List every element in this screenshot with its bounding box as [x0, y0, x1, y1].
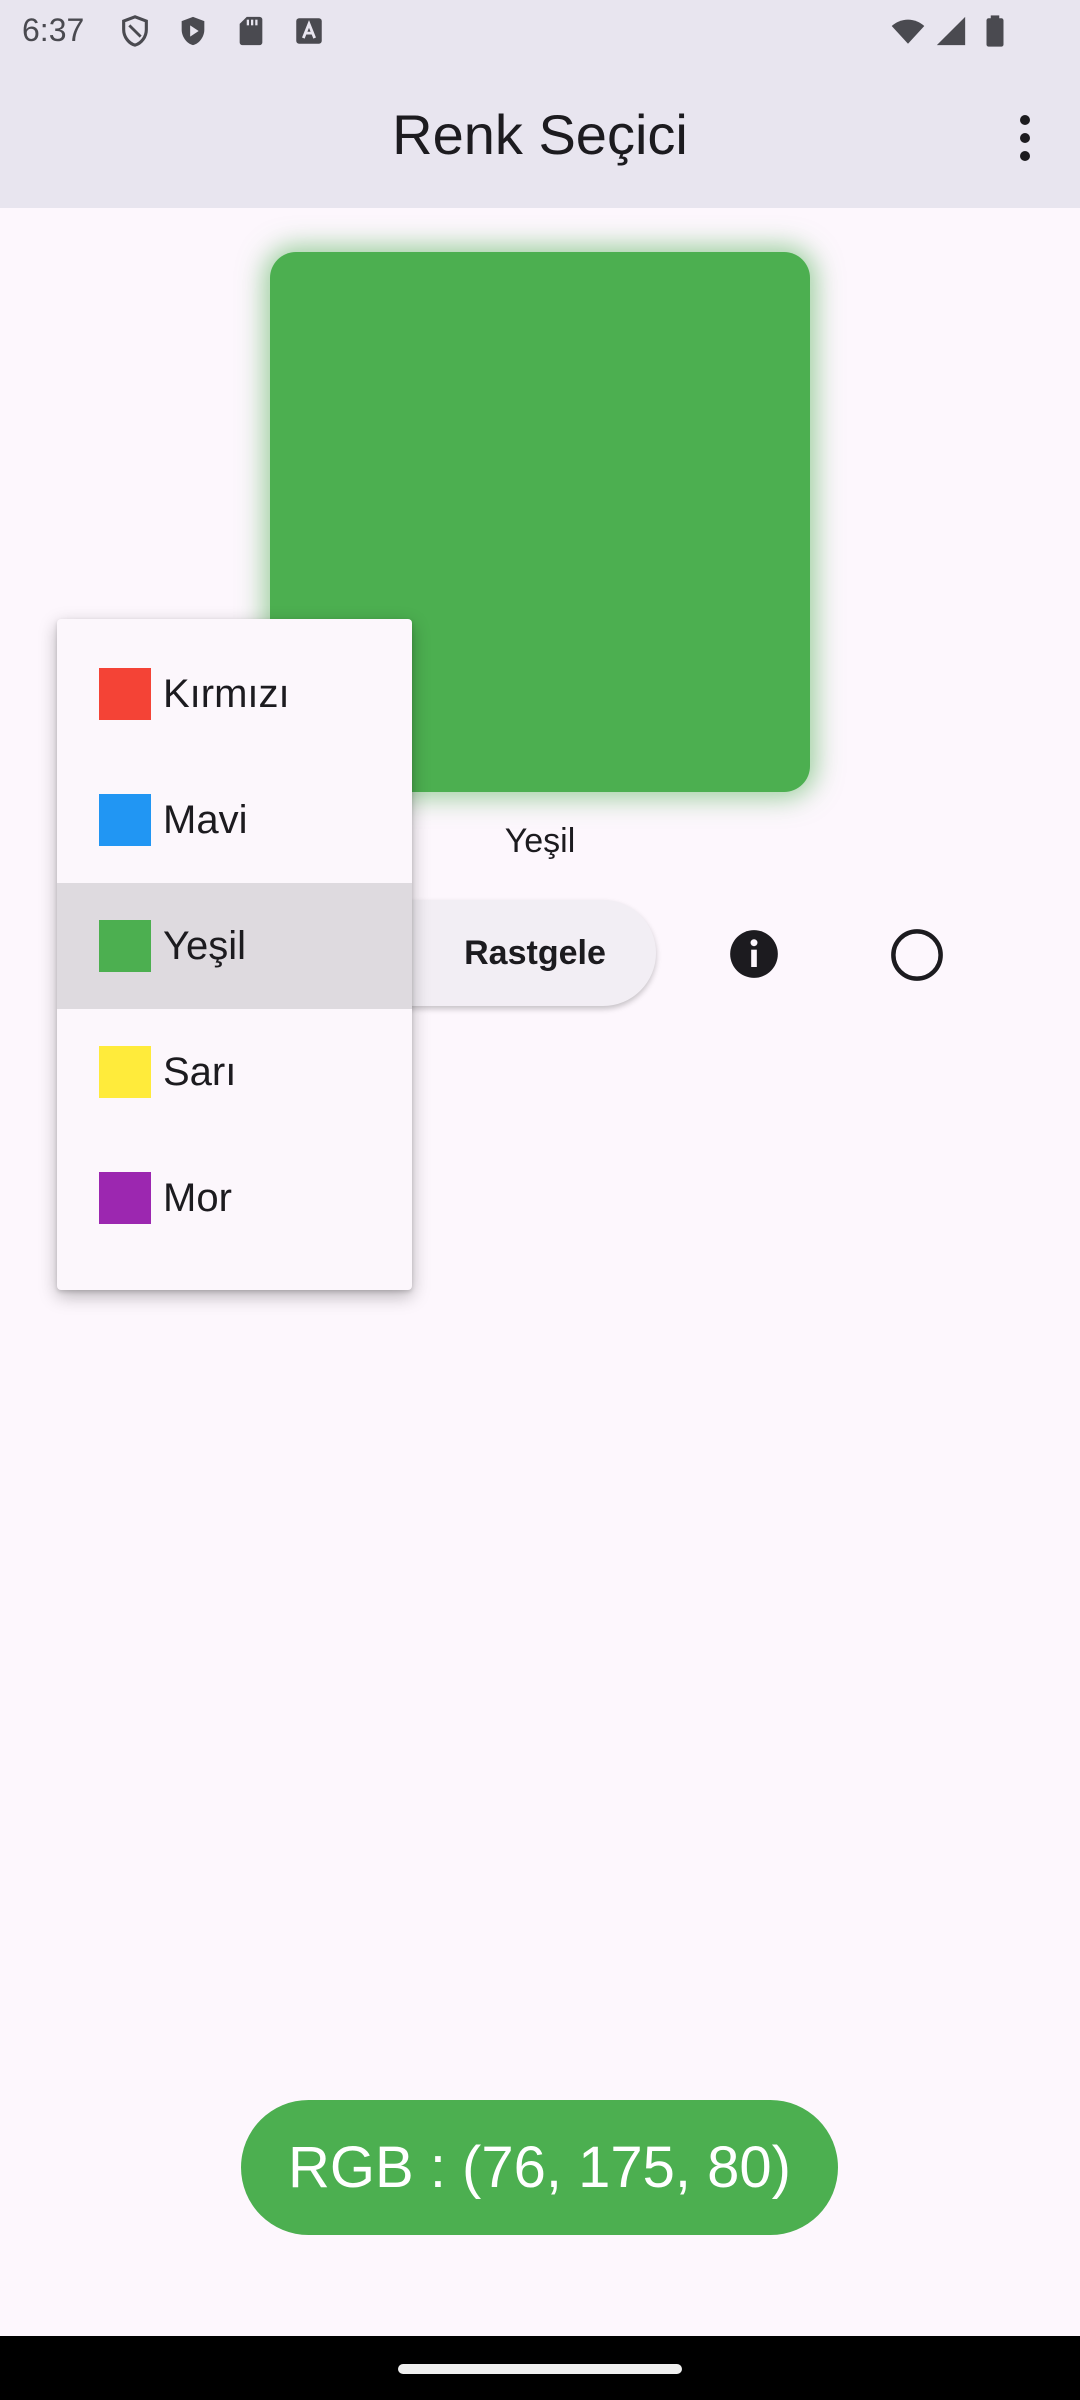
home-handle[interactable] [398, 2364, 682, 2374]
wifi-icon [891, 19, 925, 44]
menu-item-label: Mor [163, 1175, 232, 1220]
status-bar: 6:37 [0, 0, 1080, 64]
menu-item-label: Sarı [163, 1049, 237, 1094]
color-swatch [99, 1046, 151, 1098]
color-swatch [99, 794, 151, 846]
keyboard-a-icon [296, 18, 322, 44]
sd-card-icon [239, 16, 263, 46]
menu-item-yesil[interactable]: Yeşil [57, 883, 412, 1009]
menu-item-mor[interactable]: Mor [57, 1135, 412, 1261]
rgb-value-badge: RGB : (76, 175, 80) [241, 2100, 838, 2235]
menu-item-sari[interactable]: Sarı [57, 1009, 412, 1135]
info-icon[interactable] [728, 928, 780, 980]
battery-icon [986, 15, 1004, 47]
app-bar: Renk Seçici [0, 64, 1080, 208]
navigation-bar [0, 2336, 1080, 2400]
more-vertical-icon[interactable] [1000, 108, 1050, 168]
menu-item-mavi[interactable]: Mavi [57, 757, 412, 883]
shield-play-icon [181, 16, 205, 46]
status-time: 6:37 [22, 12, 85, 48]
shield-outline-icon [122, 15, 148, 47]
signal-icon [936, 16, 966, 46]
menu-dot [1020, 151, 1030, 161]
menu-dot [1020, 133, 1030, 143]
color-swatch [99, 920, 151, 972]
color-swatch [99, 1172, 151, 1224]
color-swatch [99, 668, 151, 720]
menu-item-label: Mavi [163, 797, 248, 842]
menu-dot [1020, 115, 1030, 125]
page-title: Renk Seçici [392, 103, 688, 166]
color-dropdown-menu: Kırmızı Mavi Yeşil Sarı Mor [57, 619, 412, 1290]
menu-item-label: Yeşil [163, 923, 247, 968]
circle-outline-icon[interactable] [890, 928, 944, 982]
menu-item-label: Kırmızı [163, 671, 290, 716]
menu-item-kirmizi[interactable]: Kırmızı [57, 631, 412, 757]
